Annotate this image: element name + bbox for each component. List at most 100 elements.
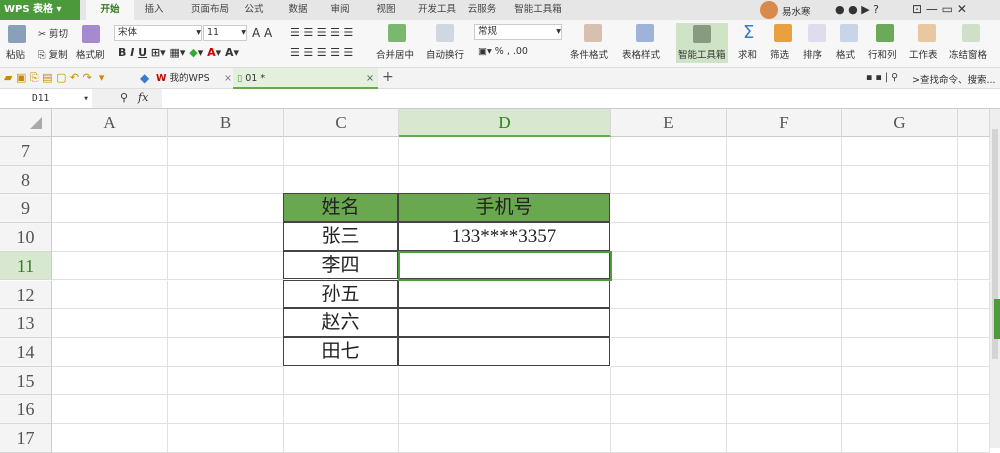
cell[interactable] xyxy=(611,223,727,252)
search-icon[interactable]: ▪ ▪ | ⚲ xyxy=(866,72,898,83)
format-painter-button[interactable]: 格式刷 xyxy=(76,47,105,61)
cell[interactable] xyxy=(727,251,842,281)
tab-2[interactable]: 页面布局 xyxy=(183,0,237,20)
cell[interactable] xyxy=(399,366,611,396)
row-header-13[interactable]: 13 xyxy=(0,309,52,338)
name-box[interactable]: D11 ▾ xyxy=(0,89,92,108)
side-panel-handle[interactable] xyxy=(994,299,1000,339)
cell[interactable] xyxy=(168,251,284,281)
close-icon[interactable]: × xyxy=(224,68,232,89)
cell[interactable] xyxy=(958,337,990,367)
cell[interactable] xyxy=(284,165,399,195)
cut-button[interactable]: ✂ 剪切 xyxy=(38,26,68,40)
tab-7[interactable]: 开发工具 xyxy=(412,0,462,20)
filter-button[interactable]: 筛选 xyxy=(770,47,789,61)
cell[interactable] xyxy=(727,194,842,224)
cell[interactable] xyxy=(284,395,399,424)
cell[interactable] xyxy=(842,280,958,310)
cell[interactable] xyxy=(727,280,842,310)
cell[interactable] xyxy=(52,309,168,338)
cell[interactable] xyxy=(168,137,284,166)
table-cell[interactable]: 田七 xyxy=(283,336,398,366)
cell[interactable] xyxy=(611,251,727,281)
cell[interactable] xyxy=(399,424,611,453)
cell[interactable] xyxy=(52,251,168,281)
cell[interactable] xyxy=(727,137,842,166)
cell[interactable] xyxy=(958,280,990,310)
cell[interactable] xyxy=(168,280,284,310)
font-size-select[interactable]: 11 ▾ xyxy=(203,25,247,41)
cell[interactable] xyxy=(842,337,958,367)
table-cell[interactable]: 133****3357 xyxy=(398,222,610,251)
format-button[interactable]: 格式 xyxy=(836,47,855,61)
sum-button[interactable]: 求和 xyxy=(738,47,757,61)
cell[interactable] xyxy=(611,337,727,367)
column-header-C[interactable]: C xyxy=(284,109,399,137)
app-menu-button[interactable]: WPS 表格 ▾ xyxy=(0,0,80,20)
cell[interactable] xyxy=(611,424,727,453)
cell[interactable] xyxy=(842,395,958,424)
cell[interactable] xyxy=(958,395,990,424)
avatar[interactable] xyxy=(760,1,778,19)
cell[interactable] xyxy=(958,137,990,166)
column-header-partial[interactable] xyxy=(958,109,990,137)
cell[interactable] xyxy=(611,280,727,310)
cell[interactable] xyxy=(52,194,168,224)
table-cell[interactable]: 张三 xyxy=(283,222,398,251)
row-header-17[interactable]: 17 xyxy=(0,424,52,453)
doc-tab-01[interactable]: ▯ 01 * × xyxy=(233,68,378,89)
table-cell[interactable]: 赵六 xyxy=(283,308,398,337)
cell[interactable] xyxy=(958,424,990,453)
vertical-scrollbar[interactable] xyxy=(990,109,1000,448)
merge-button[interactable]: 合并居中 xyxy=(376,47,414,61)
cell[interactable] xyxy=(168,337,284,367)
cell[interactable] xyxy=(842,165,958,195)
select-all-button[interactable] xyxy=(0,109,52,137)
table-cell[interactable] xyxy=(398,279,610,309)
cell[interactable] xyxy=(52,223,168,252)
percent-button[interactable]: ▣▾ % , .00 xyxy=(478,46,528,57)
cell[interactable] xyxy=(842,194,958,224)
bold-italic-underline-buttons[interactable]: B I U ⊞▾ ▦▾ ◆▾ A▾ A▾ xyxy=(118,46,239,59)
cell[interactable] xyxy=(611,137,727,166)
column-header-B[interactable]: B xyxy=(168,109,284,137)
conditional-format-button[interactable]: 条件格式 xyxy=(570,47,608,61)
cell[interactable] xyxy=(399,137,611,166)
cell[interactable] xyxy=(284,137,399,166)
cell[interactable] xyxy=(399,395,611,424)
window-controls[interactable]: ⊡ — ▭ ✕ xyxy=(912,2,967,16)
table-header-cell[interactable]: 姓名 xyxy=(283,193,398,223)
column-header-G[interactable]: G xyxy=(842,109,958,137)
rows-cols-button[interactable]: 行和列 xyxy=(868,47,897,61)
table-style-button[interactable]: 表格样式 xyxy=(622,47,660,61)
cell[interactable] xyxy=(958,309,990,338)
wrap-button[interactable]: 自动换行 xyxy=(426,47,464,61)
row-header-8[interactable]: 8 xyxy=(0,165,52,195)
help-icon[interactable]: ● ● ▶ ? xyxy=(835,3,879,16)
font-grow-shrink-buttons[interactable]: A A xyxy=(252,26,272,40)
cell[interactable] xyxy=(52,165,168,195)
freeze-button[interactable]: 冻结窗格 xyxy=(949,47,987,61)
table-cell[interactable] xyxy=(398,308,610,337)
quick-access-icons[interactable]: ▰ ▣ ⎘ ▤ ▢ ↶ ↷ ▾ xyxy=(4,71,104,85)
row-header-10[interactable]: 10 xyxy=(0,223,52,252)
cell[interactable] xyxy=(284,424,399,453)
cell[interactable] xyxy=(611,395,727,424)
cell[interactable] xyxy=(842,137,958,166)
cell[interactable] xyxy=(842,424,958,453)
align-buttons[interactable]: ☰ ☰ ☰ ☰ ☰ xyxy=(290,26,353,39)
cell[interactable] xyxy=(52,366,168,396)
column-header-D[interactable]: D xyxy=(399,109,611,137)
doc-tab-mywps[interactable]: W 我的WPS × xyxy=(156,68,232,89)
new-tab-icon[interactable]: + xyxy=(382,69,394,85)
cell[interactable] xyxy=(958,165,990,195)
cell[interactable] xyxy=(168,366,284,396)
font-select[interactable]: 宋体 ▾ xyxy=(114,25,202,41)
cell[interactable] xyxy=(399,165,611,195)
cell[interactable] xyxy=(727,165,842,195)
row-header-9[interactable]: 9 xyxy=(0,194,52,224)
fx-button[interactable]: fx xyxy=(138,91,148,104)
worksheet-button[interactable]: 工作表 xyxy=(909,47,938,61)
cell[interactable] xyxy=(958,223,990,252)
column-header-E[interactable]: E xyxy=(611,109,727,137)
